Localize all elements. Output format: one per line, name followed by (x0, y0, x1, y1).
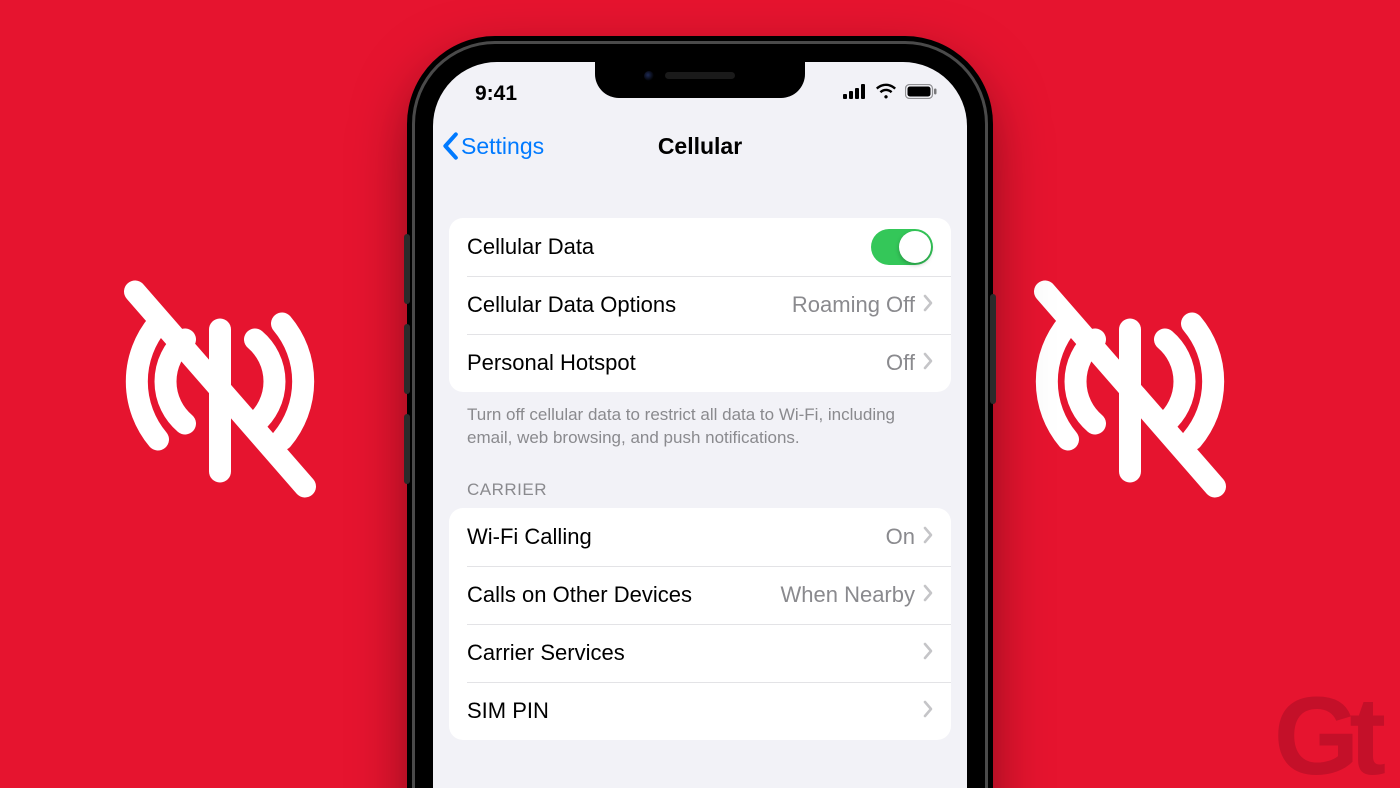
wifi-icon (875, 82, 897, 105)
cellular-data-options-label: Cellular Data Options (467, 292, 792, 318)
status-time: 9:41 (475, 82, 517, 106)
personal-hotspot-row[interactable]: Personal Hotspot Off (449, 334, 951, 392)
phone-mockup: 9:41 (415, 44, 985, 788)
chevron-right-icon (923, 350, 933, 376)
chevron-right-icon (923, 582, 933, 608)
sim-pin-label: SIM PIN (467, 698, 923, 724)
cellular-data-label: Cellular Data (467, 234, 871, 260)
personal-hotspot-label: Personal Hotspot (467, 350, 886, 376)
nav-bar: Settings Cellular (433, 118, 967, 174)
battery-icon (905, 82, 937, 105)
personal-hotspot-value: Off (886, 350, 915, 376)
wifi-calling-row[interactable]: Wi-Fi Calling On (449, 508, 951, 566)
cellular-footer-note: Turn off cellular data to restrict all d… (449, 392, 951, 450)
no-signal-icon (90, 262, 350, 527)
cellular-data-row[interactable]: Cellular Data (449, 218, 951, 276)
chevron-right-icon (923, 292, 933, 318)
cellular-data-options-row[interactable]: Cellular Data Options Roaming Off (449, 276, 951, 334)
carrier-group: Wi-Fi Calling On Calls on Other Devices … (449, 508, 951, 740)
calls-other-devices-value: When Nearby (780, 582, 915, 608)
carrier-header: CARRIER (449, 450, 951, 508)
sim-pin-row[interactable]: SIM PIN (449, 682, 951, 740)
screen: 9:41 (433, 62, 967, 788)
wifi-calling-value: On (886, 524, 915, 550)
carrier-services-row[interactable]: Carrier Services (449, 624, 951, 682)
back-label: Settings (461, 133, 544, 160)
chevron-right-icon (923, 524, 933, 550)
chevron-right-icon (923, 698, 933, 724)
cellular-data-options-value: Roaming Off (792, 292, 915, 318)
calls-other-devices-label: Calls on Other Devices (467, 582, 780, 608)
cellular-signal-icon (843, 82, 867, 105)
cellular-data-toggle[interactable] (871, 229, 933, 265)
back-button[interactable]: Settings (441, 132, 544, 160)
gt-logo: Gt (1274, 682, 1376, 788)
cellular-group: Cellular Data Cellular Data Options Roam… (449, 218, 951, 392)
chevron-right-icon (923, 640, 933, 666)
calls-other-devices-row[interactable]: Calls on Other Devices When Nearby (449, 566, 951, 624)
wifi-calling-label: Wi-Fi Calling (467, 524, 886, 550)
chevron-left-icon (441, 132, 459, 160)
no-signal-icon (1000, 262, 1260, 527)
notch (595, 62, 805, 98)
carrier-services-label: Carrier Services (467, 640, 923, 666)
page-title: Cellular (658, 133, 742, 160)
